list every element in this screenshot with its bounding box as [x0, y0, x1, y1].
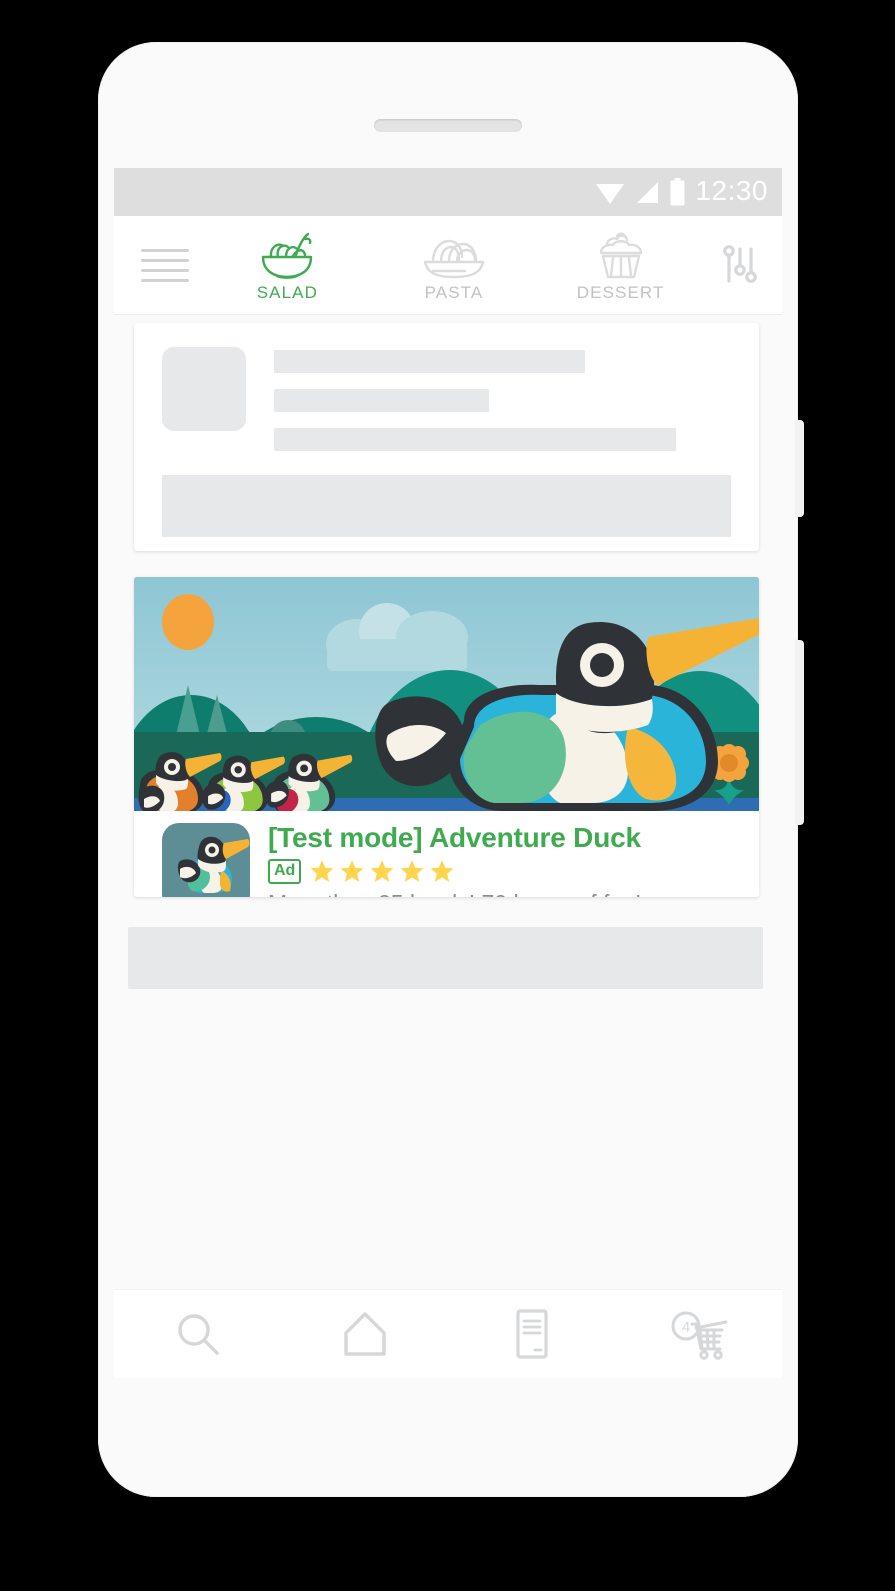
earpiece-speaker — [374, 119, 522, 132]
nav-documents-button[interactable] — [462, 1308, 602, 1360]
tab-pasta[interactable]: PASTA — [379, 231, 529, 303]
status-bar-clock: 12:30 — [695, 175, 768, 206]
duck-app-icon[interactable] — [162, 823, 250, 897]
ad-card[interactable]: [Test mode] Adventure Duck Ad — [134, 577, 759, 897]
search-icon — [177, 1314, 219, 1355]
battery-icon — [670, 178, 685, 206]
placeholder-thumbnail — [162, 347, 246, 431]
duck-illustration — [375, 618, 759, 811]
star-icon — [430, 860, 454, 883]
ad-description: More than 25 levels! 70 hours of fun! — [268, 890, 747, 897]
document-list-icon — [515, 1309, 548, 1359]
placeholder-line — [274, 350, 585, 373]
skeleton-bar — [128, 927, 763, 989]
home-icon — [343, 1312, 386, 1356]
cart-badge-count: 4 — [681, 1319, 689, 1336]
ad-title: [Test mode] Adventure Duck — [268, 822, 641, 853]
nav-search-button[interactable] — [128, 1309, 268, 1359]
bottom-navigation-bar: 4 — [114, 1289, 782, 1378]
status-bar: 12:30 — [114, 168, 782, 216]
phone-screen: 12:30 SALAD PASTA DESSERT [Test mode] Ad… — [114, 168, 782, 1378]
tab-pasta-label: PASTA — [424, 283, 484, 302]
power-button[interactable] — [795, 640, 804, 825]
tab-salad[interactable]: SALAD — [212, 231, 362, 303]
cupcake-icon — [599, 232, 642, 279]
phone-device-frame: 12:30 SALAD PASTA DESSERT [Test mode] Ad… — [98, 42, 804, 1497]
wifi-icon — [596, 184, 625, 204]
placeholder-line — [274, 389, 489, 412]
star-rating — [309, 858, 455, 884]
star-icon — [370, 860, 394, 883]
app-icon-duck-glyph — [177, 836, 250, 893]
salad-bowl-icon — [262, 232, 313, 279]
filter-sliders-icon[interactable] — [704, 241, 776, 289]
pasta-plate-icon — [423, 239, 485, 279]
star-icon — [400, 860, 424, 883]
ad-body: [Test mode] Adventure Duck Ad — [134, 811, 759, 897]
cellular-signal-icon — [637, 182, 659, 203]
placeholder-line — [274, 428, 677, 451]
nav-home-button[interactable] — [295, 1309, 435, 1359]
star-icon — [340, 860, 364, 883]
sun-shape — [162, 594, 214, 650]
app-bar: SALAD PASTA DESSERT — [114, 216, 782, 315]
sliders-glyph — [723, 245, 757, 283]
volume-button[interactable] — [795, 420, 804, 517]
placeholder-block — [162, 475, 731, 537]
ad-creative-image[interactable] — [134, 577, 759, 811]
category-tabs: SALAD PASTA DESSERT — [204, 227, 704, 303]
skeleton-card — [134, 323, 759, 551]
ad-badge: Ad — [268, 858, 302, 884]
tab-dessert-label: DESSERT — [576, 283, 665, 302]
screenshot-stage: 12:30 SALAD PASTA DESSERT [Test mode] Ad… — [0, 0, 895, 1591]
star-icon — [310, 860, 334, 883]
nav-cart-button[interactable]: 4 — [629, 1308, 769, 1360]
ad-rating-row: Ad — [268, 858, 747, 884]
tab-dessert[interactable]: DESSERT — [546, 231, 696, 303]
tab-salad-label: SALAD — [256, 283, 318, 302]
duckling-illustration — [264, 753, 353, 811]
shopping-cart-icon: 4 — [671, 1311, 727, 1360]
content-scroll-area[interactable]: [Test mode] Adventure Duck Ad 4 — [114, 315, 782, 1378]
hamburger-menu-icon[interactable] — [120, 248, 204, 282]
